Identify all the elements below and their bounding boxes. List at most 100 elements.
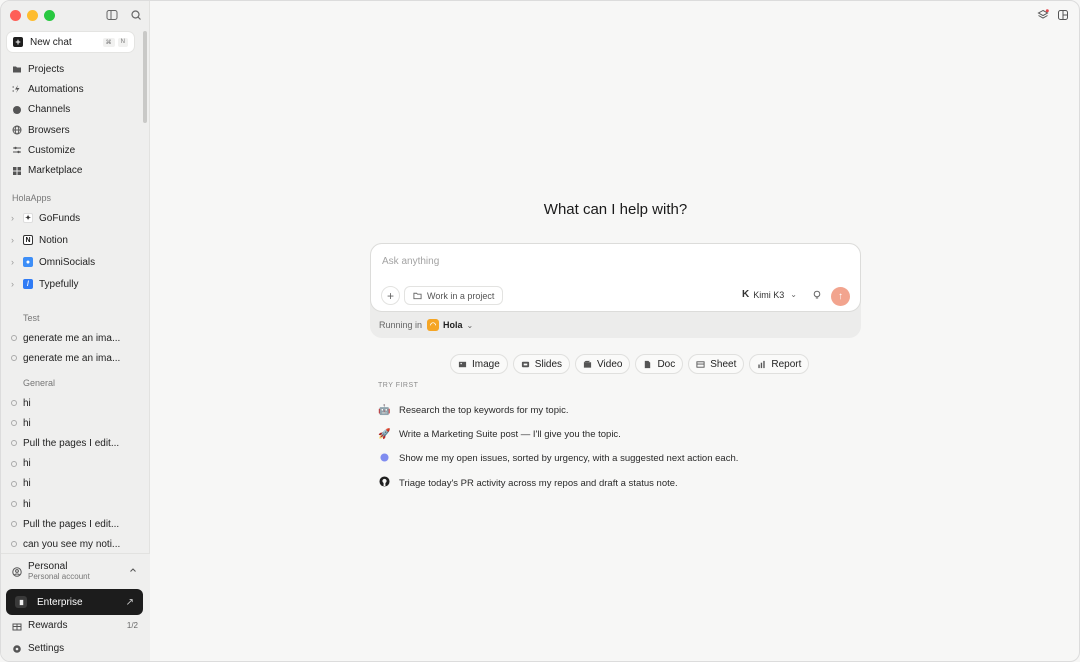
status-dot-icon — [11, 541, 17, 548]
chat-title: Pull the pages I edit... — [23, 437, 120, 449]
list-item[interactable]: generate me an ima... — [1, 348, 141, 368]
app-window: + New chat ⌘ N Projects Automations Chan… — [0, 0, 1080, 662]
slides-icon — [521, 361, 529, 367]
status-dot-icon — [11, 521, 17, 528]
sidebar-item-label: Customize — [28, 144, 76, 156]
chip-label: Report — [771, 358, 802, 370]
rocket-icon: 🚀 — [378, 428, 391, 440]
model-selector[interactable]: K Kimi K3 ⌄ — [742, 289, 797, 300]
list-item[interactable]: Pull the pages I edit... — [1, 514, 141, 534]
sliders-icon — [13, 147, 21, 154]
suggestion-item[interactable]: Show me my open issues, sorted by urgenc… — [378, 447, 858, 471]
status-dot-icon — [11, 501, 17, 508]
chip-label: Video — [597, 358, 623, 370]
status-dot-icon — [11, 400, 17, 407]
app-list: › ✦ GoFunds › N Notion › ● OmniSocials ›… — [1, 207, 141, 295]
suggestion-text: Triage today's PR activity across my rep… — [399, 477, 678, 489]
zoom-window-button[interactable] — [44, 10, 55, 21]
sidebar-item-label: Channels — [28, 104, 71, 116]
list-item[interactable]: Pull the pages I edit... — [1, 433, 141, 453]
chip-video[interactable]: Video — [575, 354, 631, 374]
chat-title: Pull the pages I edit... — [23, 518, 120, 530]
chip-sheet[interactable]: Sheet — [688, 354, 745, 374]
chat-title: hi — [23, 397, 31, 409]
account-type: Personal account — [28, 572, 90, 581]
search-icon[interactable] — [130, 9, 142, 21]
building-icon — [15, 596, 27, 608]
general-chat-list: hi hi Pull the pages I edit... hi hi hi … — [1, 393, 141, 555]
globe-icon — [12, 125, 22, 135]
suggestion-item[interactable]: 🚀 Write a Marketing Suite post — I'll gi… — [378, 422, 858, 446]
chevron-right-icon[interactable]: › — [11, 235, 19, 245]
chat-title: generate me an ima... — [23, 352, 121, 364]
new-chat-button[interactable]: + New chat ⌘ N — [7, 32, 134, 52]
chip-image[interactable]: Image — [450, 354, 508, 374]
report-icon — [758, 360, 766, 368]
list-item[interactable]: can you see my noti... — [1, 534, 141, 554]
sidebar-item-label: Automations — [28, 83, 84, 95]
app-item-label: GoFunds — [39, 212, 81, 224]
quick-actions: Image Slides Video Doc Sheet Report — [450, 354, 810, 374]
model-name: Kimi K3 — [753, 289, 785, 300]
section-label-test: Test — [23, 313, 40, 323]
new-chat-label: New chat — [30, 36, 72, 48]
enterprise-label: Enterprise — [37, 596, 83, 608]
chevron-up-icon[interactable] — [129, 566, 137, 574]
chip-doc[interactable]: Doc — [635, 354, 684, 374]
suggestion-item[interactable]: 🤖 Research the top keywords for my topic… — [378, 398, 858, 422]
chip-report[interactable]: Report — [749, 354, 810, 374]
prompt-input[interactable]: Ask anything — [382, 256, 439, 267]
page-title: What can I help with? — [543, 201, 688, 218]
list-item[interactable]: hi — [1, 393, 141, 413]
app-item-notion[interactable]: › N Notion — [1, 229, 141, 251]
rewards-button[interactable]: Rewards 1/2 — [12, 620, 138, 631]
suggestion-item[interactable]: Triage today's PR activity across my rep… — [378, 471, 858, 495]
chat-title: hi — [23, 498, 31, 510]
add-attachment-button[interactable]: + — [381, 286, 400, 305]
sidebar-top-icons — [106, 9, 142, 21]
list-item[interactable]: generate me an ima... — [1, 328, 141, 348]
minimize-window-button[interactable] — [27, 10, 38, 21]
send-button[interactable]: ↑ — [831, 287, 850, 306]
chip-slides[interactable]: Slides — [512, 354, 571, 374]
account-switcher[interactable]: Personal Personal account — [12, 561, 90, 582]
app-item-typefully[interactable]: › / Typefully — [1, 273, 141, 295]
chevron-right-icon[interactable]: › — [11, 213, 19, 223]
shortcut-key: N — [117, 37, 128, 47]
status-dot-icon — [11, 420, 17, 427]
gofunds-icon: ✦ — [23, 213, 33, 223]
sidebar-item-customize[interactable]: Customize — [1, 140, 141, 160]
sidebar-scrollbar[interactable] — [143, 31, 147, 123]
list-item[interactable]: hi — [1, 474, 141, 494]
list-item[interactable]: hi — [1, 494, 141, 514]
chevron-right-icon[interactable]: › — [11, 257, 19, 267]
lightbulb-icon[interactable] — [812, 290, 822, 300]
running-in-selector[interactable]: Running in ◠ Hola ⌄ — [379, 319, 473, 331]
list-item[interactable]: hi — [1, 454, 141, 474]
layers-notification-icon[interactable] — [1037, 9, 1049, 21]
app-item-omnisocials[interactable]: › ● OmniSocials — [1, 251, 141, 273]
chip-label: Sheet — [710, 358, 737, 370]
enterprise-button[interactable]: Enterprise ↗ — [6, 589, 143, 615]
close-window-button[interactable] — [10, 10, 21, 21]
sidebar-toggle-icon[interactable] — [106, 9, 118, 21]
settings-button[interactable]: Settings — [12, 643, 138, 654]
sidebar-item-marketplace[interactable]: Marketplace — [1, 160, 141, 180]
sidebar-item-automations[interactable]: Automations — [1, 79, 141, 99]
try-first-heading: TRY FIRST — [378, 382, 419, 389]
app-item-gofunds[interactable]: › ✦ GoFunds — [1, 207, 141, 229]
sidebar: + New chat ⌘ N Projects Automations Chan… — [1, 1, 150, 661]
panel-layout-icon[interactable] — [1057, 9, 1069, 21]
sidebar-item-projects[interactable]: Projects — [1, 59, 141, 79]
work-in-project-button[interactable]: Work in a project — [404, 286, 504, 305]
status-dot-icon — [11, 440, 17, 447]
app-item-label: Notion — [39, 234, 68, 246]
chevron-right-icon[interactable]: › — [11, 279, 19, 289]
sidebar-item-channels[interactable]: Channels — [1, 100, 141, 120]
chip-label: Image — [472, 358, 500, 370]
sidebar-item-browsers[interactable]: Browsers — [1, 120, 141, 140]
list-item[interactable]: hi — [1, 413, 141, 433]
image-icon — [458, 361, 467, 367]
account-name: Personal — [28, 561, 68, 572]
chevron-down-icon: ⌄ — [790, 290, 797, 299]
